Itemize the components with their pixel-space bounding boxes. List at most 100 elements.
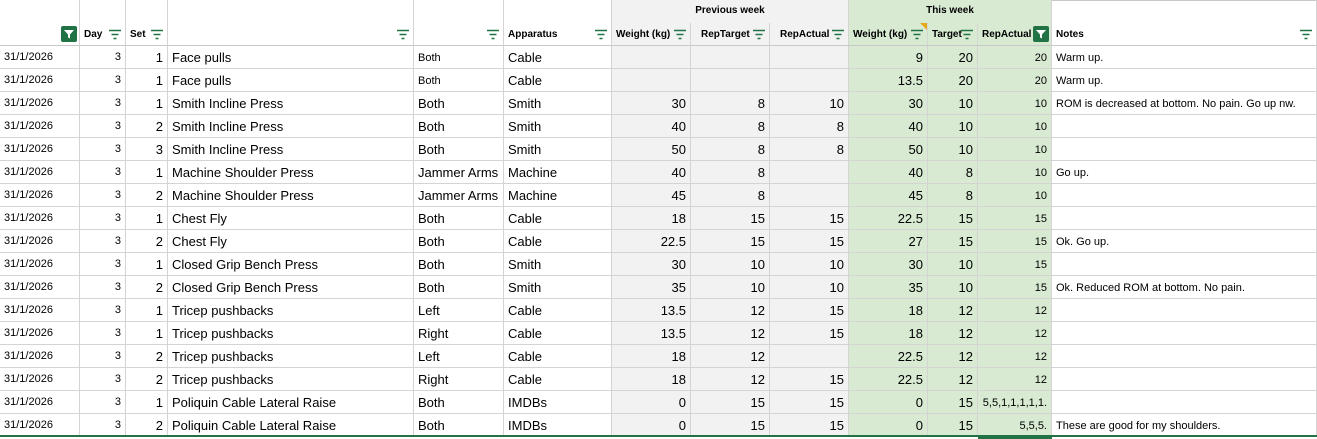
prev-reptarget-cell[interactable]: 8: [691, 115, 770, 138]
side-cell[interactable]: Both: [414, 276, 504, 299]
prev-reptarget-cell[interactable]: 15: [691, 207, 770, 230]
side-cell[interactable]: Both: [414, 207, 504, 230]
this-repactual-cell[interactable]: 15: [978, 230, 1052, 253]
date-cell[interactable]: 31/1/2026: [0, 46, 80, 69]
prev-repactual-cell[interactable]: 15: [770, 207, 849, 230]
apparatus-cell[interactable]: Cable: [504, 345, 612, 368]
day-cell[interactable]: 3: [80, 161, 126, 184]
this-target-cell[interactable]: 10: [928, 138, 978, 161]
apparatus-cell[interactable]: Cable: [504, 46, 612, 69]
exercise-cell[interactable]: Chest Fly: [168, 230, 414, 253]
filter-icon[interactable]: [961, 29, 973, 40]
prev-repactual-cell[interactable]: 10: [770, 253, 849, 276]
date-column-header[interactable]: [0, 23, 80, 46]
prev-weight-cell[interactable]: 18: [612, 207, 691, 230]
this-target-cell[interactable]: 15: [928, 414, 978, 437]
prev-reptarget-cell[interactable]: [691, 46, 770, 69]
day-cell[interactable]: 3: [80, 276, 126, 299]
this-repactual-cell[interactable]: 10: [978, 184, 1052, 207]
set-cell[interactable]: 2: [126, 230, 168, 253]
set-cell[interactable]: 2: [126, 345, 168, 368]
day-cell[interactable]: 3: [80, 253, 126, 276]
filter-icon[interactable]: [832, 29, 844, 40]
apparatus-cell[interactable]: Cable: [504, 322, 612, 345]
apparatus-cell[interactable]: Smith: [504, 138, 612, 161]
side-cell[interactable]: Both: [414, 46, 504, 69]
group-cell-empty[interactable]: [1052, 0, 1317, 23]
this-target-cell[interactable]: 12: [928, 368, 978, 391]
day-cell[interactable]: 3: [80, 322, 126, 345]
day-cell[interactable]: 3: [80, 92, 126, 115]
side-cell[interactable]: Both: [414, 69, 504, 92]
this-weight-cell[interactable]: 0: [849, 391, 928, 414]
set-column-header[interactable]: Set: [126, 23, 168, 46]
this-target-cell[interactable]: 10: [928, 276, 978, 299]
group-cell-empty[interactable]: [0, 0, 80, 23]
this-weight-cell[interactable]: 18: [849, 322, 928, 345]
prev-reptarget-cell[interactable]: 10: [691, 253, 770, 276]
filter-icon[interactable]: [674, 29, 686, 40]
exercise-cell[interactable]: Chest Fly: [168, 207, 414, 230]
apparatus-column-header[interactable]: Apparatus: [504, 23, 612, 46]
this-weight-cell[interactable]: 22.5: [849, 368, 928, 391]
this-target-cell[interactable]: 15: [928, 207, 978, 230]
this-repactual-cell[interactable]: 10: [978, 92, 1052, 115]
this-target-cell[interactable]: 10: [928, 115, 978, 138]
date-cell[interactable]: 31/1/2026: [0, 161, 80, 184]
this-weight-cell[interactable]: 50: [849, 138, 928, 161]
group-cell-empty[interactable]: [168, 0, 414, 23]
this-target-cell[interactable]: 12: [928, 345, 978, 368]
filter-icon[interactable]: [487, 29, 499, 40]
prev-repactual-cell[interactable]: 10: [770, 92, 849, 115]
prev-repactual-cell[interactable]: 10: [770, 276, 849, 299]
apparatus-cell[interactable]: Cable: [504, 207, 612, 230]
this-repactual-cell[interactable]: 5,5,1,1,1,1,1.: [978, 391, 1052, 414]
side-cell[interactable]: Both: [414, 391, 504, 414]
side-cell[interactable]: Left: [414, 345, 504, 368]
notes-cell[interactable]: [1052, 368, 1317, 391]
exercise-cell[interactable]: Closed Grip Bench Press: [168, 253, 414, 276]
day-cell[interactable]: 3: [80, 230, 126, 253]
apparatus-cell[interactable]: Cable: [504, 299, 612, 322]
prev-reptarget-cell[interactable]: 15: [691, 414, 770, 437]
exercise-cell[interactable]: Tricep pushbacks: [168, 322, 414, 345]
set-cell[interactable]: 1: [126, 69, 168, 92]
prev-repactual-cell[interactable]: 15: [770, 230, 849, 253]
this-repactual-cell[interactable]: 12: [978, 299, 1052, 322]
side-cell[interactable]: Both: [414, 230, 504, 253]
this-target-cell[interactable]: 10: [928, 253, 978, 276]
this-target-cell[interactable]: 8: [928, 161, 978, 184]
this-repactual-cell[interactable]: 12: [978, 368, 1052, 391]
this-weight-cell[interactable]: 30: [849, 92, 928, 115]
this-weight-cell[interactable]: 27: [849, 230, 928, 253]
set-cell[interactable]: 2: [126, 276, 168, 299]
prev-reptarget-cell[interactable]: 12: [691, 322, 770, 345]
notes-cell[interactable]: [1052, 253, 1317, 276]
exercise-cell[interactable]: Poliquin Cable Lateral Raise: [168, 391, 414, 414]
prev-repactual-cell[interactable]: 15: [770, 391, 849, 414]
prev-weight-cell[interactable]: 40: [612, 115, 691, 138]
notes-cell[interactable]: Ok. Reduced ROM at bottom. No pain.: [1052, 276, 1317, 299]
prev-repactual-cell[interactable]: [770, 161, 849, 184]
set-cell[interactable]: 1: [126, 391, 168, 414]
this-weight-cell[interactable]: 45: [849, 184, 928, 207]
prev-reptarget-cell[interactable]: 15: [691, 230, 770, 253]
prev-weight-cell[interactable]: 13.5: [612, 299, 691, 322]
prev-reptarget-cell[interactable]: 10: [691, 276, 770, 299]
notes-cell[interactable]: Warm up.: [1052, 69, 1317, 92]
date-cell[interactable]: 31/1/2026: [0, 92, 80, 115]
prev-weight-cell[interactable]: 13.5: [612, 322, 691, 345]
this-weight-cell[interactable]: 22.5: [849, 345, 928, 368]
prev-weight-column-header[interactable]: Weight (kg): [612, 23, 691, 46]
exercise-cell[interactable]: Machine Shoulder Press: [168, 161, 414, 184]
day-cell[interactable]: 3: [80, 46, 126, 69]
this-target-cell[interactable]: 20: [928, 46, 978, 69]
prev-repactual-cell[interactable]: [770, 345, 849, 368]
notes-cell[interactable]: [1052, 299, 1317, 322]
group-cell-empty[interactable]: [126, 0, 168, 23]
date-cell[interactable]: 31/1/2026: [0, 322, 80, 345]
notes-cell[interactable]: [1052, 115, 1317, 138]
side-column-header[interactable]: [414, 23, 504, 46]
exercise-cell[interactable]: Smith Incline Press: [168, 115, 414, 138]
this-target-cell[interactable]: 15: [928, 230, 978, 253]
